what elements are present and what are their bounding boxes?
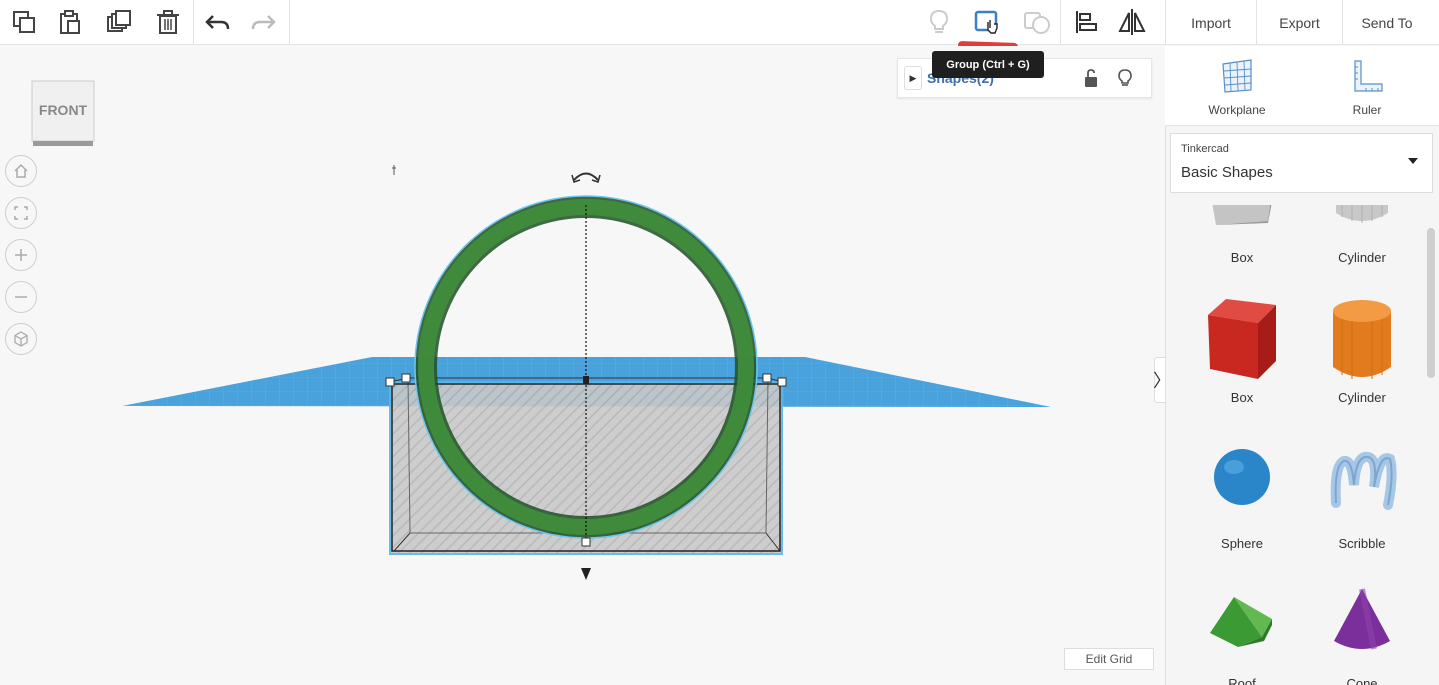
box-hole-icon bbox=[1212, 205, 1272, 225]
cylinder-hole-icon bbox=[1336, 205, 1388, 223]
trash-icon[interactable] bbox=[150, 4, 186, 40]
home-view-button[interactable] bbox=[5, 155, 37, 187]
ruler-tool[interactable]: Ruler bbox=[1327, 58, 1407, 117]
shape-label: Cone bbox=[1346, 676, 1378, 685]
shape-roof[interactable]: Roof bbox=[1187, 585, 1297, 685]
lightbulb-icon[interactable] bbox=[921, 4, 957, 40]
sidebar-scrollbar[interactable] bbox=[1427, 228, 1435, 378]
plus-icon bbox=[15, 249, 27, 261]
redo-icon[interactable] bbox=[246, 4, 282, 40]
ruler-label: Ruler bbox=[1352, 103, 1382, 117]
export-button[interactable]: Export bbox=[1256, 0, 1342, 45]
caret-down-icon bbox=[1408, 158, 1418, 164]
zoom-in-button[interactable] bbox=[5, 239, 37, 271]
scribble-icon bbox=[1330, 451, 1397, 510]
shape-label: Cylinder bbox=[1338, 390, 1386, 405]
resize-handle[interactable] bbox=[581, 537, 591, 547]
shape-sphere[interactable]: Sphere bbox=[1187, 445, 1297, 551]
resize-handle[interactable] bbox=[385, 377, 395, 387]
top-toolbar: Import Export Send To bbox=[0, 0, 1439, 45]
shape-grid: Box Cylinder Box Cylinder Sphere Scribbl… bbox=[1166, 205, 1426, 685]
box-icon bbox=[1208, 299, 1276, 379]
lock-icon[interactable] bbox=[1083, 68, 1099, 93]
view-cube[interactable]: FRONT bbox=[31, 80, 95, 147]
send-to-button[interactable]: Send To bbox=[1342, 0, 1431, 45]
panel-expand-button[interactable]: ▶ bbox=[904, 66, 922, 90]
library-selected-value: Basic Shapes bbox=[1181, 164, 1273, 181]
home-icon bbox=[14, 163, 28, 178]
import-button[interactable]: Import bbox=[1165, 0, 1256, 45]
zoom-out-button[interactable] bbox=[5, 281, 37, 313]
shape-label: Box bbox=[1230, 250, 1254, 265]
shape-scribble[interactable]: Scribble bbox=[1307, 445, 1417, 551]
resize-handle[interactable] bbox=[762, 373, 772, 383]
cone-icon bbox=[1334, 588, 1390, 650]
shape-cylinder-hole[interactable]: Cylinder bbox=[1307, 205, 1417, 265]
shape-library-select[interactable]: Tinkercad Basic Shapes bbox=[1170, 133, 1433, 193]
visibility-bulb-icon[interactable] bbox=[1117, 68, 1133, 93]
view-cube-label: FRONT bbox=[38, 102, 88, 118]
copy-icon[interactable] bbox=[6, 4, 42, 40]
perspective-button[interactable] bbox=[5, 323, 37, 355]
fit-view-button[interactable] bbox=[5, 197, 37, 229]
workplane-canvas[interactable] bbox=[0, 46, 1165, 685]
shape-box[interactable]: Box bbox=[1187, 295, 1297, 405]
height-handle[interactable] bbox=[583, 376, 589, 384]
toolbar-divider bbox=[193, 0, 194, 45]
cylinder-icon bbox=[1333, 300, 1391, 379]
workplane-label: Workplane bbox=[1208, 103, 1266, 117]
paste-icon[interactable] bbox=[52, 4, 88, 40]
workplane-icon bbox=[1222, 59, 1252, 93]
undo-icon[interactable] bbox=[199, 4, 235, 40]
resize-handle[interactable] bbox=[401, 373, 411, 383]
roof-icon bbox=[1210, 597, 1272, 647]
shape-box-hole[interactable]: Box bbox=[1187, 205, 1297, 265]
shape-label: Roof bbox=[1228, 676, 1256, 685]
duplicate-icon[interactable] bbox=[101, 4, 137, 40]
group-icon[interactable] bbox=[969, 4, 1005, 40]
edit-grid-button[interactable]: Edit Grid bbox=[1064, 648, 1154, 670]
cube-icon bbox=[14, 331, 28, 347]
toolbar-divider bbox=[289, 0, 290, 45]
lift-handle-icon[interactable] bbox=[581, 568, 591, 580]
shape-label: Scribble bbox=[1338, 536, 1386, 551]
toolbar-divider bbox=[1060, 0, 1061, 45]
sphere-icon bbox=[1214, 449, 1270, 505]
shape-cylinder[interactable]: Cylinder bbox=[1307, 295, 1417, 405]
shape-label: Box bbox=[1230, 390, 1254, 405]
group-tooltip: Group (Ctrl + G) bbox=[932, 51, 1044, 78]
rotate-handle-icon[interactable] bbox=[573, 172, 599, 181]
align-icon[interactable] bbox=[1068, 4, 1104, 40]
shape-label: Sphere bbox=[1221, 536, 1263, 551]
ruler-icon bbox=[1354, 60, 1383, 92]
minus-icon bbox=[15, 296, 27, 298]
workplane-tool[interactable]: Workplane bbox=[1197, 58, 1277, 117]
ungroup-icon[interactable] bbox=[1019, 4, 1055, 40]
mirror-icon[interactable] bbox=[1114, 4, 1150, 40]
shape-label: Cylinder bbox=[1338, 250, 1386, 265]
scene-svg[interactable] bbox=[0, 46, 1165, 685]
resize-handle[interactable] bbox=[777, 377, 787, 387]
shape-cone[interactable]: Cone bbox=[1307, 585, 1417, 685]
library-source-label: Tinkercad bbox=[1181, 143, 1229, 155]
fit-icon bbox=[14, 206, 28, 220]
